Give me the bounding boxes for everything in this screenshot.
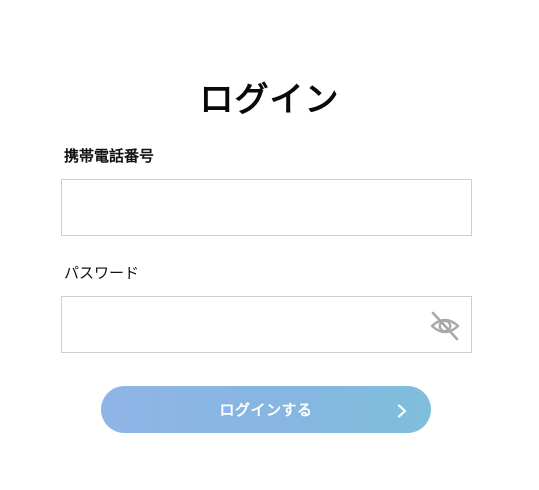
- eye-slash-icon[interactable]: [427, 310, 463, 342]
- chevron-right-icon: [397, 403, 407, 418]
- login-form: ログイン 携帯電話番号 パスワード ログインする: [0, 0, 539, 490]
- login-submit-button[interactable]: ログインする: [101, 386, 431, 433]
- page-title: ログイン: [199, 80, 340, 120]
- login-submit-label: ログインする: [219, 401, 313, 419]
- password-field[interactable]: [61, 296, 472, 353]
- password-label: パスワード: [64, 264, 140, 282]
- phone-label: 携帯電話番号: [64, 147, 155, 165]
- password-input[interactable]: [62, 297, 471, 352]
- phone-input[interactable]: [62, 180, 471, 235]
- phone-field[interactable]: [61, 179, 472, 236]
